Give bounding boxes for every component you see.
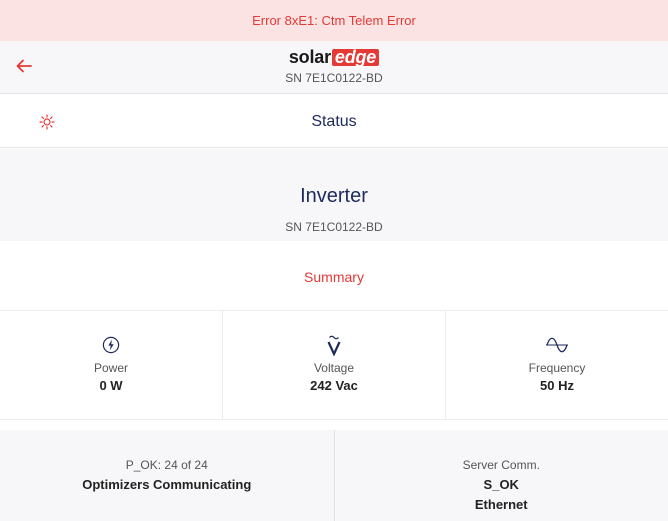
- summary-title: Summary: [304, 269, 364, 285]
- metrics-row: Power 0 W Voltage 242 Vac Frequency 50 H…: [0, 310, 668, 420]
- voltage-icon: [327, 335, 341, 356]
- metric-label: Frequency: [528, 361, 586, 375]
- sine-wave-icon: [546, 337, 568, 353]
- device-block: Inverter SN 7E1C0122-BD: [0, 149, 668, 241]
- logo-solar: solar: [288, 47, 331, 67]
- device-serial: SN 7E1C0122-BD: [285, 220, 383, 234]
- metric-voltage: Voltage 242 Vac: [223, 311, 446, 419]
- metric-value: 0 W: [99, 378, 123, 393]
- optimizers-count: P_OK: 24 of 24: [125, 458, 208, 472]
- header: solar edge SN 7E1C0122-BD: [0, 41, 668, 94]
- solaredge-logo: solar edge: [0, 47, 668, 68]
- status-title: Status: [311, 113, 357, 130]
- error-banner: Error 8xE1: Ctm Telem Error: [0, 0, 668, 41]
- error-text: Error 8xE1: Ctm Telem Error: [252, 13, 416, 28]
- header-serial: SN 7E1C0122-BD: [285, 71, 383, 85]
- metric-power: Power 0 W: [0, 311, 223, 419]
- optimizers-label: Optimizers Communicating: [82, 477, 252, 492]
- lightning-icon: [102, 336, 120, 354]
- metric-value: 50 Hz: [540, 378, 574, 393]
- metric-label: Power: [93, 361, 128, 375]
- server-comm-label: Server Comm.: [462, 458, 540, 472]
- server-comm-status: S_OK: [483, 477, 519, 492]
- status-row: Status: [0, 95, 668, 148]
- server-comm-connection: Ethernet: [474, 497, 528, 512]
- metric-label: Voltage: [313, 361, 355, 375]
- logo-edge: edge: [331, 48, 380, 66]
- device-title: Inverter: [300, 185, 368, 207]
- metric-value: 242 Vac: [310, 378, 358, 393]
- optimizers-panel: P_OK: 24 of 24 Optimizers Communicating: [0, 430, 335, 521]
- bottom-panels: P_OK: 24 of 24 Optimizers Communicating …: [0, 430, 668, 521]
- metric-frequency: Frequency 50 Hz: [446, 311, 668, 419]
- server-comm-panel: Server Comm. S_OK Ethernet: [335, 430, 668, 521]
